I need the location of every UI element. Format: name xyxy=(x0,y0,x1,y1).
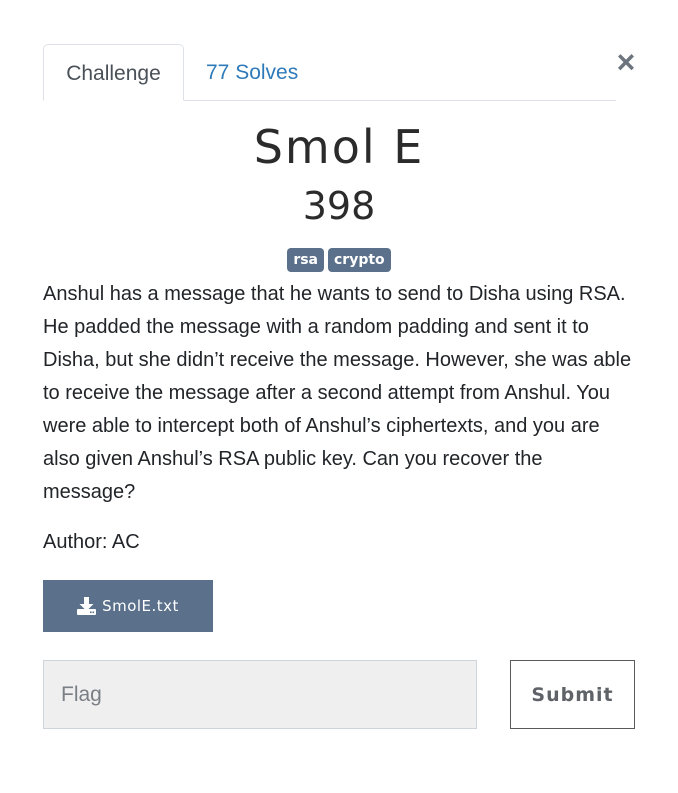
submit-button[interactable]: Submit xyxy=(510,660,635,729)
close-icon[interactable]: × xyxy=(613,46,639,78)
download-file-label: SmolE.txt xyxy=(102,597,179,615)
flag-input[interactable] xyxy=(43,660,477,729)
challenge-author: Author: AC xyxy=(43,531,140,553)
tab-solves[interactable]: 77 Solves xyxy=(184,44,320,100)
download-icon xyxy=(77,597,97,615)
challenge-title: Smol E xyxy=(253,120,425,174)
tag-list: rsa crypto xyxy=(0,248,678,272)
challenge-description: Anshul has a message that he wants to se… xyxy=(43,283,632,503)
tab-challenge[interactable]: Challenge xyxy=(43,44,184,101)
tag-rsa: rsa xyxy=(287,248,324,272)
tag-crypto: crypto xyxy=(328,248,391,272)
tab-bar: Challenge 77 Solves xyxy=(43,44,616,101)
challenge-points: 398 xyxy=(302,184,376,228)
download-file-button[interactable]: SmolE.txt xyxy=(43,580,213,632)
